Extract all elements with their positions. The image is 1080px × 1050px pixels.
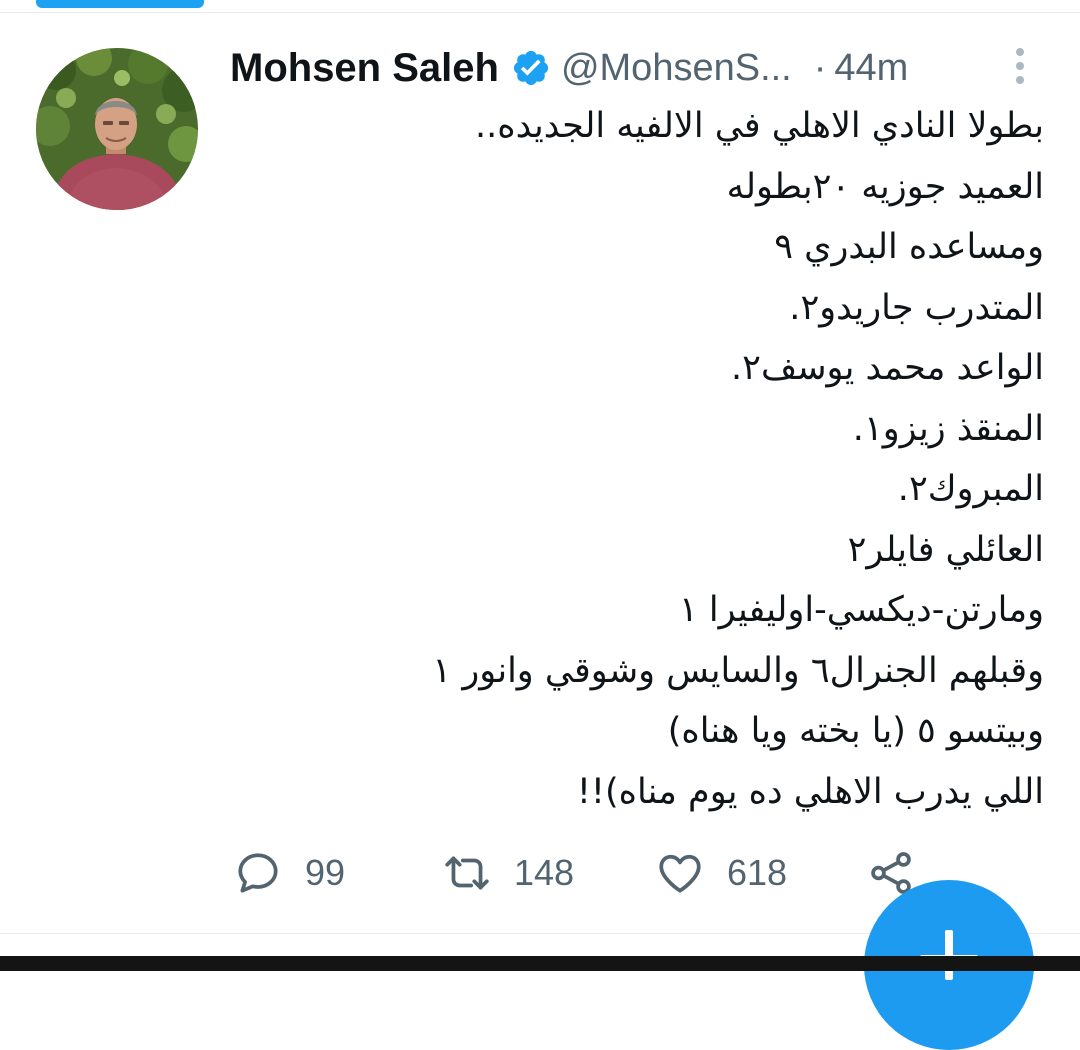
- author-handle[interactable]: @MohsenS...: [561, 47, 792, 90]
- tweet-text-line: ومساعده البدري ٩: [774, 227, 1044, 267]
- tweet-text-line: العائلي فايلر٢: [847, 529, 1044, 570]
- navigation-bar: [0, 956, 1080, 971]
- tweet-text-line: بطولا النادي الاهلي في الالفيه الجديده..: [475, 106, 1044, 146]
- tweet-text-line: الواعد محمد يوسف٢.: [731, 348, 1044, 388]
- retweet-icon: [445, 856, 489, 890]
- tweet-text: بطولا النادي الاهلي في الالفيه الجديده..…: [300, 96, 1044, 822]
- tweet-text-line: ومارتن-ديكسي-اوليفيرا ١: [678, 590, 1044, 630]
- tweet-text-line: المبروك٢.: [897, 469, 1044, 509]
- heart-icon: [659, 854, 701, 893]
- tweet-text-line: وبيتسو ٥ (يا بخته ويا هناه): [667, 711, 1044, 751]
- tweet-header: Mohsen Saleh @MohsenS... · 44m: [230, 40, 1040, 96]
- tab-indicator: [36, 0, 204, 8]
- tweet-text-line: المنقذ زيزو١.: [852, 408, 1044, 449]
- reply-icon: [238, 853, 278, 893]
- like-count: 618: [727, 852, 788, 893]
- reply-button[interactable]: 99: [233, 848, 345, 898]
- top-divider: [0, 12, 1080, 13]
- tweet-text-line: اللي يدرب الاهلي ده يوم مناه)!!: [576, 771, 1044, 812]
- more-options-icon[interactable]: [1010, 44, 1030, 88]
- avatar[interactable]: [36, 48, 198, 210]
- tweet-text-line: وقبلهم الجنرال٦ والسايس وشوقي وانور ١: [432, 650, 1044, 691]
- like-button[interactable]: 618: [655, 848, 787, 898]
- header-separator: ·: [813, 46, 827, 89]
- reply-count: 99: [305, 852, 346, 893]
- tweet-text-line: المتدرب جاريدو٢.: [789, 287, 1044, 328]
- tweet-text-line: العميد جوزيه ٢٠بطوله: [726, 166, 1044, 207]
- retweet-button[interactable]: 148: [442, 848, 574, 898]
- profile-photo: [36, 48, 198, 210]
- author-name[interactable]: Mohsen Saleh: [230, 46, 499, 91]
- verified-badge-icon: [511, 48, 551, 88]
- retweet-count: 148: [514, 852, 575, 893]
- tweet-timestamp[interactable]: 44m: [834, 47, 908, 90]
